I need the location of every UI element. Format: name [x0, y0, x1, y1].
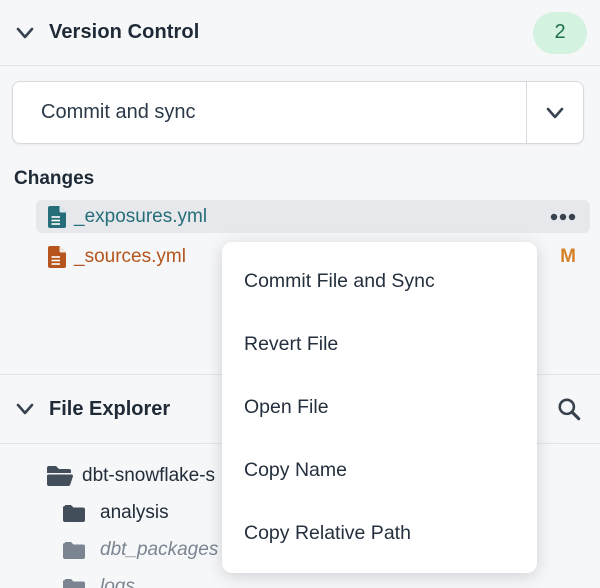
chevron-down-icon[interactable] [14, 398, 36, 420]
tree-item-label[interactable]: logs [100, 576, 135, 588]
commit-and-sync-dropdown[interactable]: Commit and sync [12, 81, 584, 144]
folder-icon [63, 578, 85, 588]
file-actions-menu-icon[interactable] [550, 213, 576, 221]
changes-count-badge: 2 [533, 12, 587, 54]
chevron-down-icon [544, 102, 566, 124]
file-name[interactable]: _sources.yml [74, 246, 186, 268]
menu-item-copy-name[interactable]: Copy Name [222, 439, 537, 502]
commit-dropdown-caret-button[interactable] [526, 82, 583, 143]
version-control-panel: Version Control 2 Commit and sync Change… [0, 0, 600, 588]
menu-item-revert-file[interactable]: Revert File [222, 313, 537, 376]
file-context-menu: Commit File and Sync Revert File Open Fi… [222, 242, 537, 573]
changes-section-label: Changes [14, 168, 600, 190]
file-name[interactable]: _exposures.yml [74, 206, 207, 228]
folder-icon [63, 541, 85, 559]
modified-status-badge: M [560, 246, 576, 268]
tree-item-label[interactable]: analysis [100, 502, 169, 524]
commit-and-sync-label[interactable]: Commit and sync [13, 82, 526, 143]
version-control-header[interactable]: Version Control 2 [0, 0, 600, 66]
menu-item-commit-file-and-sync[interactable]: Commit File and Sync [222, 250, 537, 313]
yml-file-icon [48, 206, 66, 228]
yml-file-icon [48, 246, 66, 268]
version-control-title: Version Control [49, 21, 199, 44]
search-icon [556, 396, 582, 422]
changed-file-row-exposures[interactable]: _exposures.yml [36, 200, 590, 233]
tree-item-label[interactable]: dbt_packages [100, 539, 218, 561]
file-search-button[interactable] [554, 394, 584, 424]
folder-icon [63, 504, 85, 522]
menu-item-copy-relative-path[interactable]: Copy Relative Path [222, 502, 537, 565]
tree-item-label[interactable]: dbt-snowflake-s [82, 465, 215, 487]
chevron-down-icon[interactable] [14, 22, 36, 44]
folder-open-icon [47, 465, 73, 486]
menu-item-open-file[interactable]: Open File [222, 376, 537, 439]
file-explorer-title: File Explorer [49, 398, 170, 421]
